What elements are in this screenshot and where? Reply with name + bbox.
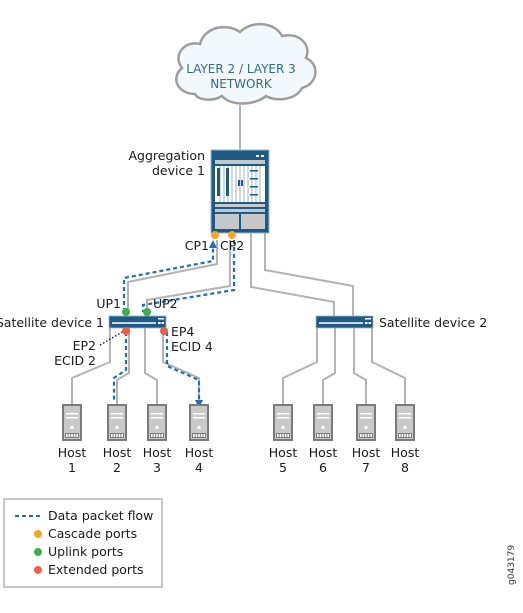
cloud-label-line1: LAYER 2 / LAYER 3 — [186, 62, 296, 76]
link-sat2-host5 — [282, 328, 318, 404]
host-name-label: Host — [103, 445, 132, 460]
flow-ep2-host2 — [112, 332, 128, 402]
satellite-1-label: Satellite device 1 — [0, 315, 104, 330]
up1-label: UP1 — [96, 296, 121, 311]
legend-label-cascade: Cascade ports — [48, 526, 137, 541]
satellite-device-1 — [108, 315, 167, 329]
legend-uplink-dot-icon — [34, 548, 42, 556]
host-number-label: 4 — [195, 460, 203, 475]
legend-extended-dot-icon — [34, 566, 42, 574]
cascade-port-cp1 — [211, 231, 219, 239]
uplink-port-up2 — [143, 308, 151, 316]
ecid4-label: ECID 4 — [171, 339, 213, 354]
up2-label: UP2 — [153, 296, 178, 311]
host-name-label: Host — [352, 445, 381, 460]
link-sat1-host2 — [116, 328, 130, 404]
link-sat2-host7 — [353, 328, 367, 404]
host-name-label: Host — [185, 445, 214, 460]
link-sat1-host3 — [144, 328, 158, 404]
cp1-label: CP1 — [185, 238, 209, 253]
figure-id: g043179 — [507, 545, 517, 585]
uplink-port-up1 — [122, 308, 130, 316]
host-name-label: Host — [143, 445, 172, 460]
satellite-device-2 — [315, 315, 374, 329]
link-agg-sat2-b — [264, 232, 354, 318]
host-number-label: 5 — [279, 460, 287, 475]
diagram-canvas: LAYER 2 / LAYER 3 NETWORK Aggregation de… — [0, 23, 517, 588]
legend-label-uplink: Uplink ports — [48, 544, 123, 559]
aggregation-label-line2: device 1 — [152, 163, 205, 178]
cp2-label: CP2 — [220, 238, 244, 253]
host-number-label: 6 — [319, 460, 327, 475]
flow-arrow-up-icon — [209, 240, 217, 248]
host-name-label: Host — [391, 445, 420, 460]
ecid2-label: ECID 2 — [54, 353, 96, 368]
aggregation-label-line1: Aggregation — [128, 148, 205, 163]
link-sat2-host6 — [322, 328, 336, 404]
host-number-label: 2 — [113, 460, 121, 475]
ep4-label: EP4 — [171, 324, 194, 339]
host-4: Host4 — [185, 404, 214, 475]
extended-port-ep2 — [122, 327, 130, 335]
extended-port-ep4 — [160, 327, 168, 335]
legend: Data packet flow Cascade ports Uplink po… — [3, 498, 163, 588]
ep2-pointer — [99, 330, 125, 346]
host-6: Host6 — [309, 404, 338, 475]
host-5: Host5 — [269, 404, 298, 475]
network-cloud: LAYER 2 / LAYER 3 NETWORK — [175, 23, 317, 105]
host-name-label: Host — [58, 445, 87, 460]
link-sat2-host8 — [371, 328, 406, 404]
host-name-label: Host — [269, 445, 298, 460]
host-1: Host1 — [58, 404, 87, 475]
host-number-label: 1 — [68, 460, 76, 475]
host-number-label: 3 — [153, 460, 161, 475]
host-7: Host7 — [352, 404, 381, 475]
legend-label-extended: Extended ports — [48, 562, 143, 577]
host-name-label: Host — [309, 445, 338, 460]
host-number-label: 8 — [401, 460, 409, 475]
satellite-2-label: Satellite device 2 — [379, 315, 487, 330]
host-2: Host2 — [103, 404, 132, 475]
cloud-label-line2: NETWORK — [210, 77, 273, 91]
host-3: Host3 — [143, 404, 172, 475]
hosts: Host1Host2Host3Host4Host5Host6Host7Host8 — [58, 404, 420, 475]
ep2-label: EP2 — [73, 338, 96, 353]
host-8: Host8 — [391, 404, 420, 475]
legend-label-flow: Data packet flow — [48, 508, 153, 523]
aggregation-device — [210, 149, 270, 234]
legend-cascade-dot-icon — [34, 530, 42, 538]
host-number-label: 7 — [362, 460, 370, 475]
